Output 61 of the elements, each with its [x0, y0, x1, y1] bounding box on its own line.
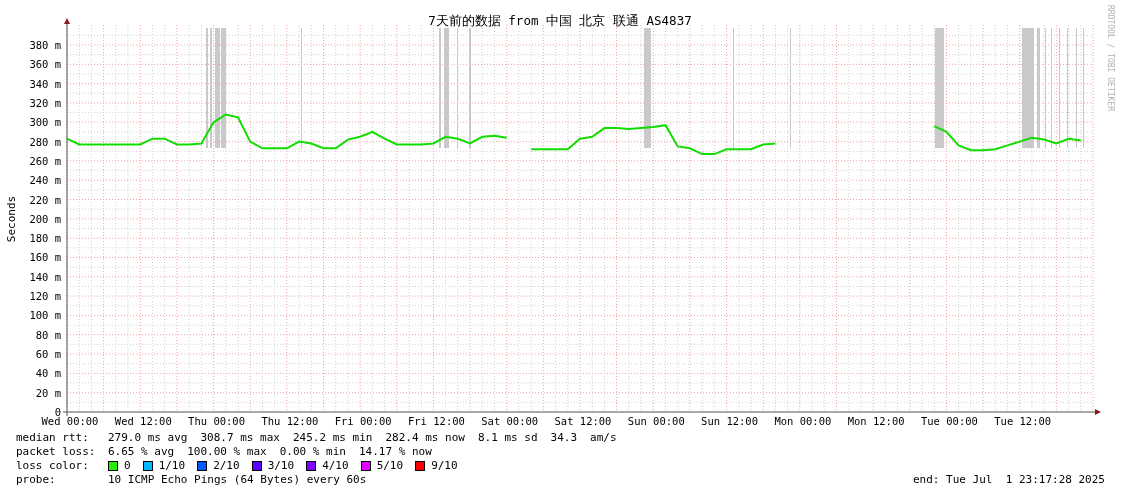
- swatch-label: 1/10: [158, 459, 186, 473]
- legend-label: packet loss:: [16, 445, 97, 459]
- y-tick-label: 220 m: [29, 193, 61, 206]
- y-tick-label: 200 m: [29, 212, 61, 225]
- legend-value: 34.3: [550, 431, 578, 445]
- legend-label: probe:: [16, 473, 57, 487]
- x-tick-label: Wed 12:00: [114, 415, 172, 427]
- x-tick-label: Tue 12:00: [994, 415, 1052, 427]
- y-tick-label: 100 m: [29, 309, 61, 322]
- legend-value: am/s: [590, 431, 617, 445]
- y-tick-label: 0: [54, 406, 61, 418]
- x-tick-label: Sat 12:00: [554, 415, 612, 427]
- x-tick-label: Fri 12:00: [408, 415, 465, 427]
- swatch-label: 5/10: [376, 459, 404, 473]
- swatch-label: 4/10: [322, 459, 349, 473]
- swatch-label: 3/10: [267, 459, 295, 473]
- y-tick-label: 280 m: [29, 135, 61, 148]
- y-tick-label: 60 m: [35, 348, 61, 361]
- legend-label: loss color:: [16, 459, 90, 473]
- x-tick-label: Mon 00:00: [774, 415, 832, 427]
- end-time: end: Tue Jul 1 23:17:28 2025: [912, 473, 1105, 487]
- swatch-label: 9/10: [431, 459, 458, 473]
- y-tick-label: 160 m: [29, 251, 61, 264]
- y-tick-label: 320 m: [29, 96, 61, 109]
- swatch-label: 2/10: [213, 459, 240, 473]
- x-tick-label: Thu 00:00: [188, 415, 245, 427]
- y-tick-label: 300 m: [29, 116, 61, 129]
- x-tick-label: Fri 00:00: [334, 415, 392, 427]
- y-tick-label: 360 m: [29, 58, 61, 71]
- credit-text: RRDTOOL / TOBI OETIKER: [1106, 5, 1115, 111]
- y-tick-label: 40 m: [35, 367, 61, 380]
- legend-value: 100.00 % max: [187, 445, 267, 459]
- legend-value: 279.0 ms avg: [108, 431, 188, 445]
- legend-value: 14.17 % now: [358, 445, 432, 459]
- y-tick-label: 260 m: [29, 154, 61, 167]
- x-tick-label: Thu 12:00: [261, 415, 319, 427]
- y-tick-label: 380 m: [29, 39, 61, 51]
- legend-label: median rtt:: [16, 431, 90, 445]
- x-tick-label: Mon 12:00: [847, 415, 905, 427]
- x-tick-label: Sun 00:00: [627, 415, 685, 427]
- x-tick-label: Tue 00:00: [921, 415, 978, 427]
- legend-value: 308.7 ms max: [200, 431, 280, 445]
- y-axis-label: Seconds: [5, 195, 18, 243]
- x-tick-label: Wed 00:00: [41, 415, 99, 427]
- legend-value: 6.65 % avg: [108, 445, 175, 459]
- chart-title: 7天前的数据 from 中国 北京 联通 AS4837: [428, 13, 692, 28]
- x-tick-label: Sun 12:00: [701, 415, 758, 427]
- y-tick-label: 20 m: [35, 386, 61, 399]
- y-tick-label: 140 m: [29, 270, 61, 283]
- legend-value: 282.4 ms now: [385, 431, 465, 445]
- y-tick-label: 340 m: [29, 77, 61, 90]
- y-tick-label: 240 m: [29, 174, 61, 187]
- legend-value: 0.00 % min: [279, 445, 346, 459]
- legend-value: 8.1 ms sd: [477, 431, 538, 445]
- swatch-label: 0: [124, 459, 131, 473]
- legend-value: 10 ICMP Echo Pings (64 Bytes) every 60s: [108, 473, 367, 487]
- y-tick-label: 80 m: [35, 328, 61, 341]
- y-tick-label: 180 m: [29, 232, 61, 245]
- legend-value: 245.2 ms min: [292, 431, 373, 445]
- x-tick-label: Sat 00:00: [481, 415, 539, 427]
- y-tick-label: 120 m: [29, 290, 61, 303]
